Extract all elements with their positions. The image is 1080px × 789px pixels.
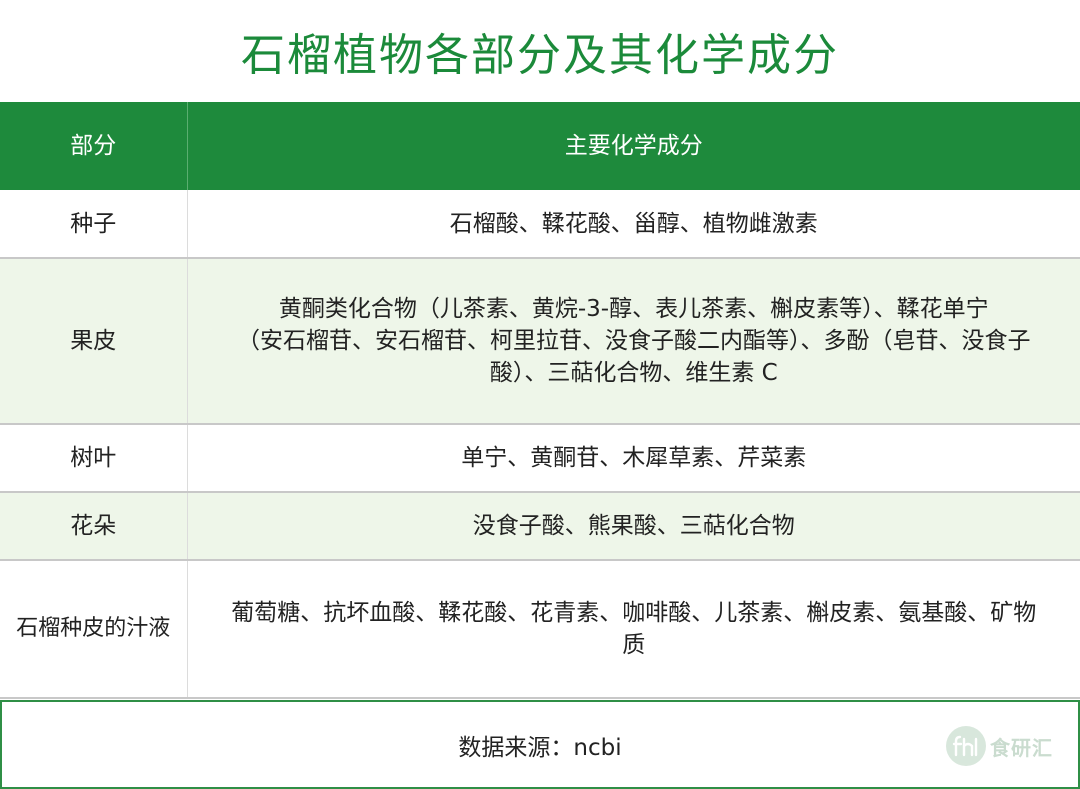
row-part: 树叶 [0, 424, 188, 493]
fyh-logo-icon [946, 726, 986, 766]
row-components: 没食子酸、熊果酸、三萜化合物 [187, 492, 1080, 561]
row-part: 果皮 [0, 258, 188, 425]
row-components: 石榴酸、鞣花酸、甾醇、植物雌激素 [187, 190, 1080, 259]
components-line: 质 [622, 632, 646, 658]
table-row: 种子 石榴酸、鞣花酸、甾醇、植物雌激素 [0, 190, 1080, 259]
header-part: 部分 [0, 102, 188, 190]
fyh-logo-mark [952, 735, 978, 757]
components-line: （安石榴苷、安石榴苷、柯里拉苷、没食子酸二内酯等）、多酚（皂苷、没食子 [237, 328, 1031, 354]
components-line: 酸）、三萜化合物、维生素 C [489, 360, 778, 386]
row-components: 单宁、黄酮苷、木犀草素、芹菜素 [187, 424, 1080, 493]
source-note: 数据来源：ncbi [0, 700, 1080, 789]
table-row: 果皮 黄酮类化合物（儿茶素、黄烷-3-醇、表儿茶素、槲皮素等）、鞣花单宁 （安石… [0, 258, 1080, 425]
components-line: 黄酮类化合物（儿茶素、黄烷-3-醇、表儿茶素、槲皮素等）、鞣花单宁 [278, 296, 989, 322]
table-row: 石榴种皮的汁液 葡萄糖、抗坏血酸、鞣花酸、花青素、咖啡酸、儿茶素、槲皮素、氨基酸… [0, 560, 1080, 699]
watermark: 食研汇 [946, 724, 1053, 768]
header-components: 主要化学成分 [187, 102, 1080, 190]
composition-table: 部分 主要化学成分 种子 石榴酸、鞣花酸、甾醇、植物雌激素 果皮 黄酮类化合物（… [0, 102, 1080, 699]
row-part: 石榴种皮的汁液 [0, 560, 188, 699]
table-header-row: 部分 主要化学成分 [0, 102, 1080, 190]
table-row: 花朵 没食子酸、熊果酸、三萜化合物 [0, 492, 1080, 561]
row-components: 葡萄糖、抗坏血酸、鞣花酸、花青素、咖啡酸、儿茶素、槲皮素、氨基酸、矿物 质 [187, 560, 1080, 699]
components-line: 葡萄糖、抗坏血酸、鞣花酸、花青素、咖啡酸、儿茶素、槲皮素、氨基酸、矿物 [231, 600, 1037, 626]
row-part: 花朵 [0, 492, 188, 561]
row-part: 种子 [0, 190, 188, 259]
table-row: 树叶 单宁、黄酮苷、木犀草素、芹菜素 [0, 424, 1080, 493]
row-components: 黄酮类化合物（儿茶素、黄烷-3-醇、表儿茶素、槲皮素等）、鞣花单宁 （安石榴苷、… [187, 258, 1080, 425]
watermark-text: 食研汇 [990, 735, 1053, 760]
page-title: 石榴植物各部分及其化学成分 [241, 30, 839, 81]
